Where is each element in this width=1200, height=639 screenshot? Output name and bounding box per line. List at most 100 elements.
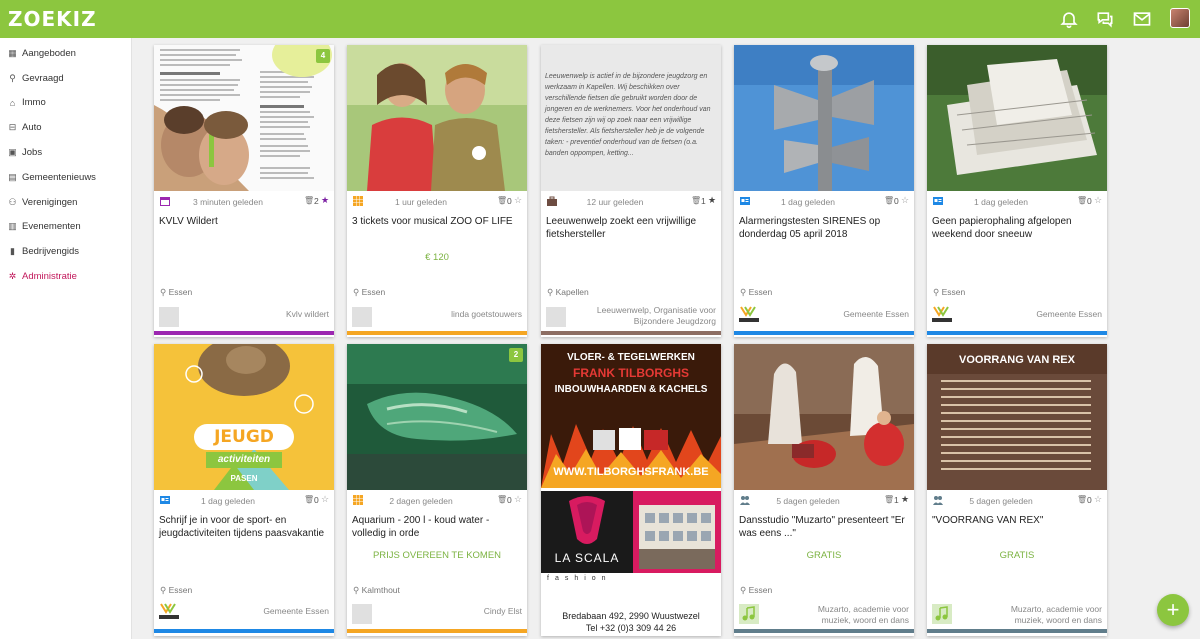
chat-icon[interactable] [1094,8,1116,30]
favorite-count: 0 [507,495,512,505]
sidebar-item-aangeboden[interactable]: ▦ Aangeboden [0,41,131,66]
trash-icon[interactable]: 🗑 [691,196,701,205]
favorite-count: 1 [701,196,706,206]
music-note-icon[interactable] [739,604,759,624]
sidebar-item-administratie[interactable]: ✲ Administratie [0,264,131,289]
listing-card[interactable]: Leeuwenwelp is actief in de bijzondere j… [541,45,721,337]
star-icon[interactable]: ★ [708,195,716,206]
listing-title[interactable]: 3 tickets voor musical ZOO OF LIFE [352,215,524,228]
listing-title[interactable]: Aquarium - 200 l - koud water - volledig… [352,514,524,540]
sidebar-item-gevraagd[interactable]: ⚲ Gevraagd [0,66,131,91]
map-pin-icon: ⚲ [160,287,167,297]
seller-avatar[interactable] [159,307,179,327]
ad-banner-lascala[interactable]: LA SCALA fashion Bredabaan 492, 2990 Wuu… [541,491,721,636]
trash-icon[interactable]: 🗑 [884,196,894,205]
listing-image[interactable]: 4 [154,45,334,191]
star-icon[interactable]: ☆ [1094,494,1102,505]
listing-image[interactable]: JEUGD activiteiten PASEN [154,344,334,490]
listing-location: ⚲ Kalmthout [353,585,400,595]
trash-icon[interactable]: 🗑 [304,495,314,504]
star-icon[interactable]: ☆ [321,494,329,505]
seller-name[interactable]: Leeuwenwelp, Organisatie voor Bijzondere… [596,305,716,327]
star-icon[interactable]: ☆ [1094,195,1102,206]
sidebar-item-bedrijvengids[interactable]: ▮ Bedrijvengids [0,239,131,264]
advertisement-card[interactable]: VLOER- & TEGELWERKEN FRANK TILBORGHS INB… [541,344,721,636]
listing-image[interactable]: VOORRANG VAN REX [927,344,1107,490]
listing-card[interactable]: 4 3 minuten geleden 🗑 2 ★ KVLV Wildert ⚲… [154,45,334,337]
listing-title[interactable]: Dansstudio "Muzarto" presenteert "Er was… [739,514,911,540]
listing-card[interactable]: 2 2 dagen geleden 🗑 0 ☆ Aquarium - 200 l… [347,344,527,636]
listing-title[interactable]: KVLV Wildert [159,215,331,228]
listing-price: GRATIS [806,550,842,561]
listing-title[interactable]: Alarmeringstesten SIRENES op donderdag 0… [739,215,911,241]
lascala-fashion: fashion [547,575,612,582]
listing-image[interactable]: 2 [347,344,527,490]
favorite-count: 0 [507,196,512,206]
bell-icon[interactable] [1058,8,1080,30]
listing-price: € 120 [425,252,449,263]
essen-logo[interactable] [739,305,761,325]
seller-name[interactable]: Muzarto, academie voor muziek, woord en … [789,604,909,626]
seller-name[interactable]: Gemeente Essen [789,309,909,320]
sidebar-item-auto[interactable]: ⊟ Auto [0,115,131,140]
map-pin-icon: ⚲ [353,287,360,297]
listing-image[interactable]: Leeuwenwelp is actief in de bijzondere j… [541,45,721,191]
trash-icon[interactable]: 🗑 [1077,495,1087,504]
image-count-badge: 4 [316,49,330,63]
listing-image[interactable] [927,45,1107,191]
star-icon[interactable]: ★ [901,494,909,505]
jeugd-label: JEUGD [194,424,294,450]
listing-title[interactable]: "VOORRANG VAN REX" [932,514,1104,527]
listing-image[interactable] [734,45,914,191]
listing-title[interactable]: Geen papierophaling afgelopen weekend do… [932,215,1104,241]
seller-name[interactable]: Cindy Elst [402,606,522,617]
listing-card[interactable]: 5 dagen geleden 🗑 1 ★ Dansstudio "Muzart… [734,344,914,636]
sidebar-item-jobs[interactable]: ▣ Jobs [0,140,131,165]
seller-avatar[interactable] [352,307,372,327]
sidebar-item-immo[interactable]: ⌂ Immo [0,91,131,116]
star-icon[interactable]: ☆ [901,195,909,206]
trash-icon[interactable]: 🗑 [1077,196,1087,205]
seller-avatar[interactable] [352,604,372,624]
trash-icon[interactable]: 🗑 [497,196,507,205]
seller-name[interactable]: Kvlv wildert [209,309,329,320]
trash-icon[interactable]: 🗑 [884,495,894,504]
seller-avatar[interactable] [546,307,566,327]
listing-image[interactable] [347,45,527,191]
rex-banner-title: VOORRANG VAN REX [959,354,1075,366]
mail-icon[interactable] [1131,8,1153,30]
listing-title[interactable]: Schrijf je in voor de sport- en jeugdact… [159,514,331,540]
add-listing-button[interactable]: + [1157,594,1189,626]
home-icon: ⌂ [9,97,16,108]
essen-logo[interactable] [159,602,181,622]
seller-name[interactable]: Gemeente Essen [982,309,1102,320]
ad-banner-tilborghs[interactable]: VLOER- & TEGELWERKEN FRANK TILBORGHS INB… [541,344,721,488]
users-icon: ⚇ [8,196,17,207]
star-icon[interactable]: ☆ [514,494,522,505]
card-meta: 5 dagen geleden 🗑 1 ★ [734,494,914,508]
listing-card[interactable]: VOORRANG VAN REX 5 dagen geleden 🗑 0 ☆ "… [927,344,1107,636]
listing-image[interactable] [734,344,914,490]
trash-icon[interactable]: 🗑 [497,495,507,504]
seller-name[interactable]: linda goetstouwers [402,309,522,320]
category-stripe [154,629,334,633]
listing-card[interactable]: 1 dag geleden 🗑 0 ☆ Geen papierophaling … [927,45,1107,337]
user-avatar[interactable] [1170,8,1190,28]
seller-name[interactable]: Gemeente Essen [209,606,329,617]
calendar-icon: ▥ [8,221,17,232]
listing-card[interactable]: 1 uur geleden 🗑 0 ☆ 3 tickets voor music… [347,45,527,337]
listing-card[interactable]: 1 dag geleden 🗑 0 ☆ Alarmeringstesten SI… [734,45,914,337]
app-logo[interactable]: ZOEKIZ [8,7,97,31]
sidebar-item-evenementen[interactable]: ▥ Evenementen [0,215,131,240]
listing-card[interactable]: JEUGD activiteiten PASEN 1 dag geleden 🗑… [154,344,334,636]
trash-icon[interactable]: 🗑 [304,196,314,205]
music-note-icon[interactable] [932,604,952,624]
essen-logo[interactable] [932,305,954,325]
star-icon[interactable]: ☆ [514,195,522,206]
seller-name[interactable]: Muzarto, academie voor muziek, woord en … [982,604,1102,626]
ad-url[interactable]: WWW.TILBORGHSFRANK.BE [541,466,721,478]
listing-title[interactable]: Leeuwenwelp zoekt een vrijwillige fietsh… [546,215,718,241]
sidebar-item-verenigingen[interactable]: ⚇ Verenigingen [0,190,131,215]
sidebar-item-gemeentenieuws[interactable]: ▤ Gemeentenieuws [0,165,131,190]
star-icon[interactable]: ★ [321,195,329,206]
